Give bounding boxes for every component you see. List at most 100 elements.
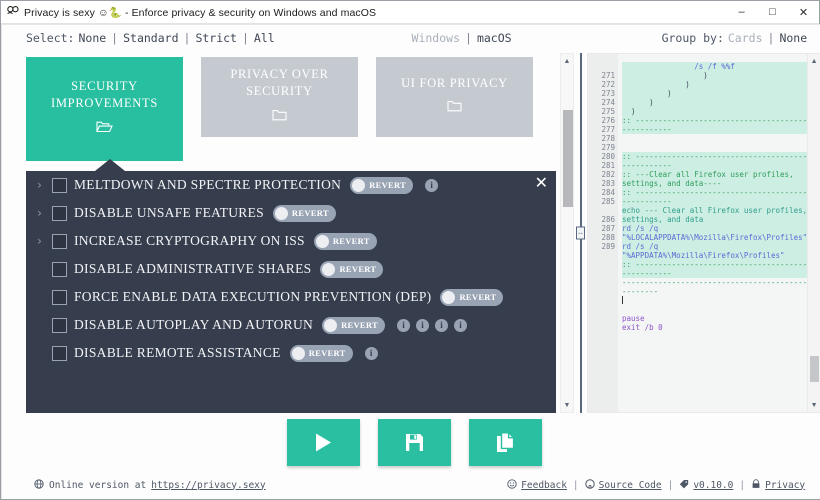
code-scroll-up-icon[interactable]: ▲ — [807, 54, 820, 68]
privacy-sexy-link[interactable]: https://privacy.sexy — [151, 480, 265, 491]
scroll-up-icon[interactable]: ▲ — [560, 54, 574, 68]
toggle-knob — [322, 262, 336, 276]
privacy-link[interactable]: Privacy — [751, 478, 805, 492]
copy-button[interactable] — [469, 418, 543, 466]
chevron-right-icon[interactable]: › — [34, 206, 45, 220]
run-button[interactable] — [287, 418, 361, 466]
card-ui-for-privacy[interactable]: UI FOR PRIVACY — [376, 57, 533, 137]
info-icon[interactable]: i — [454, 318, 467, 332]
version-label[interactable]: v0.10.0 — [693, 480, 733, 491]
select-option-standard[interactable]: Standard — [123, 31, 178, 45]
scrollbar-thumb[interactable] — [563, 110, 573, 207]
row-checkbox[interactable] — [52, 289, 67, 305]
version-link[interactable]: v0.10.0 — [679, 479, 733, 492]
code-line: rd /s /q "%APPDATA%\Mozilla\Firefox\Prof… — [622, 242, 808, 260]
list-item[interactable]: ›DISABLE REMOTE ASSISTANCEREVERTi — [26, 339, 556, 367]
select-option-strict[interactable]: Strict — [195, 31, 237, 45]
maximize-button[interactable]: □ — [757, 1, 788, 24]
code-line: ) — [622, 89, 808, 98]
code-line: :: -------------------------------------… — [622, 188, 808, 206]
revert-toggle[interactable]: REVERT — [440, 288, 504, 306]
revert-toggle[interactable]: REVERT — [350, 176, 414, 194]
toggle-knob — [442, 290, 456, 304]
code-line-number: 286 — [601, 215, 615, 224]
list-item[interactable]: › MELTDOWN AND SPECTRE PROTECTION REVERT i — [26, 171, 556, 199]
card-security-improvements[interactable]: SECURITY IMPROVEMENTS — [26, 57, 183, 161]
revert-label: REVERT — [291, 208, 329, 218]
code-line — [622, 296, 807, 305]
code-scroll-down-icon[interactable]: ▼ — [807, 398, 820, 412]
row-checkbox[interactable] — [52, 205, 67, 221]
window-title: Privacy is sexy ☺︎🐍 - Enforce privacy & … — [24, 6, 377, 19]
row-checkbox[interactable] — [52, 317, 67, 333]
row-checkbox[interactable] — [52, 345, 67, 361]
chevron-right-icon[interactable]: › — [34, 234, 45, 248]
list-item[interactable]: › INCREASE CRYPTOGRAPHY ON ISS REVERT — [26, 227, 556, 255]
minimize-button[interactable]: – — [726, 1, 757, 24]
separator: | — [183, 31, 191, 45]
code-line: ) — [622, 107, 808, 116]
splitter-grip-icon[interactable]: ↔ — [576, 226, 585, 240]
code-line-number — [588, 206, 615, 215]
info-icon-group: i — [423, 178, 439, 192]
revert-toggle[interactable]: REVERT — [272, 204, 336, 222]
list-scrollbar[interactable]: ▲ ▼ — [560, 53, 574, 413]
close-button[interactable]: ✕ — [788, 1, 819, 24]
cards-row: SECURITY IMPROVEMENTS PRIVACY OVER SECUR… — [26, 53, 556, 171]
card-privacy-over-security[interactable]: PRIVACY OVER SECURITY — [201, 57, 358, 137]
revert-toggle[interactable]: REVERT — [320, 260, 384, 278]
revert-toggle[interactable]: REVERT — [289, 344, 353, 362]
code-line-number: 276 — [601, 116, 615, 125]
code-body[interactable]: /s /f %%f ) ) ) ) ):: ------------------… — [618, 54, 808, 412]
row-checkbox[interactable] — [52, 177, 67, 193]
separator: | — [667, 479, 674, 491]
info-icon[interactable]: i — [364, 346, 378, 360]
group-option-cards[interactable]: Cards — [728, 31, 763, 45]
info-icon[interactable]: i — [416, 318, 429, 332]
select-option-none[interactable]: None — [78, 31, 106, 45]
select-option-all[interactable]: All — [254, 31, 275, 45]
code-scrollbar-thumb[interactable] — [810, 356, 820, 382]
online-version-text: Online version at — [49, 479, 147, 491]
revert-label: REVERT — [341, 320, 378, 330]
card-selection-arrow — [95, 159, 125, 171]
code-inner[interactable]: 271 272 273 274 275 276 277 278 279 280 281 282 283 2… — [588, 54, 808, 412]
chevron-right-icon[interactable]: › — [34, 178, 45, 192]
save-button[interactable] — [378, 418, 452, 466]
info-icon[interactable]: i — [435, 318, 448, 332]
card-title: UI FOR PRIVACY — [401, 75, 508, 90]
code-line: :: -------------------------------------… — [622, 152, 808, 170]
list-item[interactable]: › DISABLE UNSAFE FEATURES REVERT — [26, 199, 556, 227]
app-logo-icon — [7, 5, 19, 19]
row-label: DISABLE UNSAFE FEATURES — [74, 205, 264, 220]
source-code-link[interactable]: Source Code — [584, 478, 662, 492]
row-checkbox[interactable] — [52, 261, 67, 277]
group-option-none[interactable]: None — [779, 31, 807, 45]
revert-toggle[interactable]: REVERT — [313, 232, 377, 250]
feedback-link[interactable]: Feedback — [507, 478, 567, 492]
row-checkbox[interactable] — [52, 233, 67, 249]
scroll-down-icon[interactable]: ▼ — [560, 398, 574, 412]
pane-splitter[interactable]: ↔ — [576, 53, 585, 413]
rows-host: › MELTDOWN AND SPECTRE PROTECTION REVERT i ›… — [26, 171, 556, 367]
info-icon[interactable]: i — [397, 318, 410, 332]
revert-toggle[interactable]: REVERT — [322, 316, 385, 334]
os-option-macos[interactable]: macOS — [477, 31, 512, 45]
revert-label: REVERT — [369, 180, 407, 190]
info-icon[interactable]: i — [425, 178, 439, 192]
os-option-windows[interactable]: Windows — [412, 31, 460, 45]
window-controls: – □ ✕ — [726, 1, 819, 24]
source-code-label[interactable]: Source Code — [599, 480, 662, 491]
list-item[interactable]: ›DISABLE AUTOPLAY AND AUTORUNREVERTiiii — [26, 311, 556, 339]
row-label: DISABLE REMOTE ASSISTANCE — [74, 345, 281, 360]
list-item[interactable]: ›DISABLE ADMINISTRATIVE SHARESREVERT — [26, 255, 556, 283]
close-icon[interactable]: ✕ — [535, 175, 548, 191]
code-line-number: 288 — [601, 233, 615, 242]
privacy-label[interactable]: Privacy — [765, 480, 805, 491]
feedback-label[interactable]: Feedback — [521, 480, 567, 491]
action-row — [2, 413, 820, 471]
separator: | — [465, 31, 472, 45]
list-item[interactable]: ›FORCE ENABLE DATA EXECUTION PREVENTION … — [26, 283, 556, 311]
code-scrollbar[interactable]: ▲ ▼ — [807, 54, 820, 412]
play-icon — [314, 432, 333, 453]
